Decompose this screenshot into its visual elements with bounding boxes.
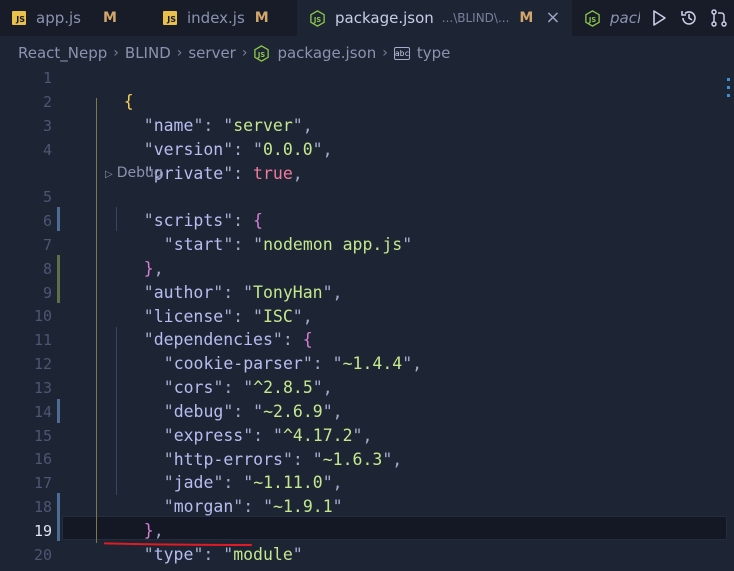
- line-number: 10: [33, 307, 52, 325]
- code-line-2: "name": "server",: [143, 116, 313, 135]
- git-modified-bar: [57, 399, 60, 423]
- code-line-1: {: [84, 66, 134, 111]
- line-number: 17: [33, 474, 52, 492]
- line-number: 5: [42, 188, 52, 206]
- line-number: 4: [42, 141, 52, 159]
- git-modified-bar: [57, 207, 60, 231]
- tab-label: package.json: [335, 9, 434, 27]
- nodejs-file-icon: JS: [585, 9, 600, 27]
- code-line-9: "license": "ISC",: [143, 307, 313, 326]
- code-line-17: "morgan": "~1.9.1": [163, 497, 343, 516]
- editor-actions: [640, 0, 734, 36]
- modified-badge: M: [254, 10, 269, 26]
- code-line-12: "cors": "^2.8.5",: [163, 378, 333, 397]
- code-line-20: }: [84, 543, 134, 571]
- breadcrumb-item-server[interactable]: server: [188, 44, 235, 62]
- debug-codelens[interactable]: ▷ Debug: [105, 161, 163, 185]
- code-line-13: "debug": "~2.6.9",: [163, 402, 343, 421]
- line-number: 12: [33, 355, 52, 373]
- line-number: 8: [42, 260, 52, 278]
- code-line-3: "version": "0.0.0",: [143, 140, 333, 159]
- nodejs-file-icon: JS: [254, 44, 270, 62]
- modified-badge: M: [103, 10, 117, 26]
- string-symbol-icon: abc: [393, 46, 410, 60]
- line-number: 18: [33, 498, 52, 516]
- play-icon: ▷: [105, 169, 113, 180]
- tab-label: index.js: [187, 9, 245, 27]
- nodejs-file-icon: JS: [310, 9, 325, 27]
- chevron-right-icon: ›: [113, 45, 119, 61]
- line-number: 3: [42, 117, 52, 135]
- code-line-16: "jade": "~1.11.0",: [163, 473, 343, 492]
- json-key: type: [153, 545, 194, 564]
- json-string-value: ~1.9.1: [273, 497, 333, 516]
- code-editor[interactable]: 1 2 3 4 5 6 7 8 9 10 11 12 13 14 15 16 1…: [0, 66, 734, 571]
- tab-package-json[interactable]: JS package.json ...\BLIND\... M ×: [297, 0, 572, 36]
- line-number: 6: [42, 212, 52, 230]
- breadcrumb-item-blind[interactable]: BLIND: [125, 44, 171, 62]
- line-number: 14: [33, 403, 52, 421]
- json-key: morgan: [173, 497, 234, 516]
- minimap-marker: [727, 78, 730, 81]
- chevron-right-icon: ›: [176, 45, 183, 61]
- line-number: 16: [33, 450, 52, 468]
- git-added-bar: [57, 255, 60, 303]
- code-line-7: },: [143, 259, 164, 278]
- line-number: 2: [42, 93, 52, 111]
- json-string-value: module: [233, 545, 293, 564]
- minimap-marker: [727, 94, 730, 97]
- codelens-label: Debug: [116, 165, 163, 181]
- line-number: 1: [42, 69, 52, 87]
- json-key: private: [153, 164, 224, 183]
- chevron-right-icon: ›: [241, 45, 248, 61]
- indent-guide: [96, 98, 97, 543]
- breadcrumb: React_Nepp › BLIND › server › JS package…: [0, 36, 734, 70]
- javascript-file-icon: JS: [12, 11, 26, 25]
- red-annotation-underline: [104, 542, 252, 546]
- close-icon[interactable]: ×: [545, 9, 560, 27]
- line-number: 7: [42, 236, 52, 254]
- json-string-value: ~1.4.4: [342, 354, 403, 373]
- code-line-14: "express": "^4.17.2",: [163, 426, 373, 445]
- line-number: 13: [33, 379, 52, 397]
- svg-text:JS: JS: [313, 15, 321, 23]
- tab-index-js[interactable]: JS index.js M: [151, 0, 297, 36]
- line-number: 15: [33, 427, 52, 445]
- breadcrumb-item-package-json[interactable]: package.json: [277, 44, 376, 62]
- git-modified-bar: [57, 493, 60, 541]
- javascript-file-icon: JS: [163, 11, 177, 25]
- code-line-19: "type": "module": [143, 545, 303, 564]
- tab-app-js[interactable]: JS app.js M: [0, 0, 151, 36]
- json-key: start: [173, 235, 224, 254]
- source-control-compare-icon[interactable]: [704, 3, 734, 33]
- code-line-6: "start": "nodemon app.js": [163, 235, 413, 254]
- line-number: 11: [33, 331, 52, 349]
- code-line-5: "scripts": {: [143, 211, 263, 230]
- code-line-4: "private": true,: [143, 164, 303, 183]
- svg-text:JS: JS: [588, 15, 596, 23]
- code-line-10: "dependencies": {: [143, 330, 313, 349]
- svg-text:JS: JS: [257, 50, 265, 58]
- editor-tab-bar: JS app.js M JS index.js M JS package.jso…: [0, 0, 734, 36]
- chevron-right-icon: ›: [382, 45, 388, 61]
- minimap-marker: [727, 86, 730, 89]
- tab-label: app.js: [36, 9, 81, 27]
- line-number-current: 19: [33, 522, 52, 540]
- breadcrumb-item-react-nepp[interactable]: React_Nepp: [18, 44, 107, 62]
- line-number: 20: [33, 546, 52, 564]
- modified-badge: M: [519, 10, 534, 26]
- run-icon[interactable]: [644, 3, 674, 33]
- line-number: 9: [42, 284, 52, 302]
- code-line-15: "http-errors": "~1.6.3",: [163, 450, 403, 469]
- json-boolean-value: true: [253, 164, 293, 183]
- history-icon[interactable]: [674, 3, 704, 33]
- code-line-8: "author": "TonyHan",: [143, 283, 343, 302]
- breadcrumb-item-type[interactable]: type: [417, 44, 451, 62]
- json-string-value: nodemon app.js: [263, 235, 403, 254]
- code-line-18: },: [143, 521, 164, 540]
- tab-path-description: ...\BLIND\...: [441, 11, 510, 25]
- code-line-11: "cookie-parser": "~1.4.4",: [163, 354, 423, 373]
